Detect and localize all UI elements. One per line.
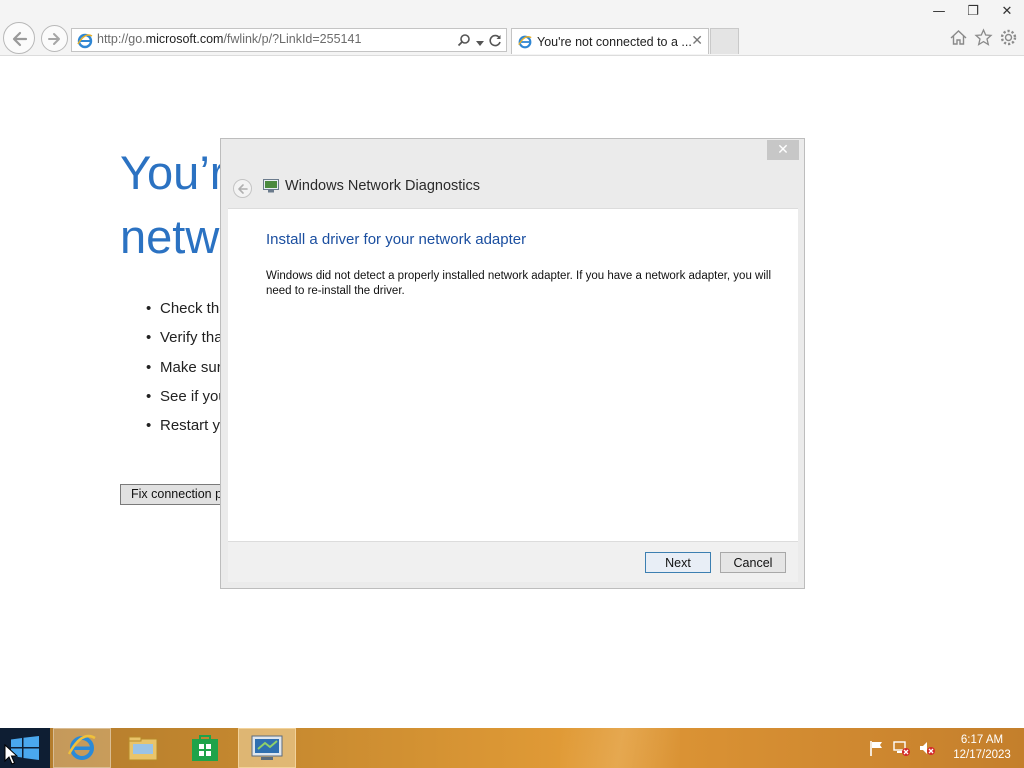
url-prefix: http://go. (97, 32, 146, 46)
tab-active[interactable]: You're not connected to a ... ✕ (511, 28, 709, 54)
internet-explorer-icon (518, 35, 532, 49)
speaker-muted-icon[interactable] (918, 739, 936, 757)
list-item: Check tha (146, 300, 228, 329)
next-button[interactable]: Next (645, 552, 711, 573)
dialog-title: Windows Network Diagnostics (285, 178, 481, 194)
internet-explorer-icon (67, 734, 96, 760)
list-item: Restart yo (146, 417, 228, 446)
folder-icon (128, 736, 158, 761)
troubleshooting-list: Check tha Verify tha Make sur See if you… (146, 300, 228, 446)
restore-button[interactable]: ❐ (956, 0, 990, 22)
address-bar[interactable]: http://go.microsoft.com/fwlink/p/?LinkId… (71, 28, 507, 52)
close-window-button[interactable]: ✕ (990, 0, 1024, 22)
window-controls: — ❐ ✕ (922, 0, 1024, 22)
browser-command-icons (949, 28, 1018, 47)
tab-title: You're not connected to a ... (537, 35, 692, 49)
clock-date: 12/17/2023 (953, 749, 1011, 761)
cancel-button[interactable]: Cancel (720, 552, 786, 573)
list-item: Make sur (146, 359, 228, 388)
browser-toolbar: http://go.microsoft.com/fwlink/p/?LinkId… (0, 0, 1024, 56)
dialog-body: Install a driver for your network adapte… (228, 208, 798, 541)
list-item: Verify tha (146, 329, 228, 358)
chevron-down-icon[interactable] (476, 32, 484, 51)
taskbar-item-internet-explorer[interactable] (53, 728, 111, 768)
desktop-screen: http://go.microsoft.com/fwlink/p/?LinkId… (0, 0, 1024, 768)
arrow-left-icon (238, 184, 248, 194)
address-tools (457, 32, 502, 50)
url-path: /fwlink/p/?LinkId=255141 (223, 32, 362, 46)
clock-time: 6:17 AM (960, 734, 1004, 746)
dialog-back-button[interactable] (233, 179, 252, 198)
dialog-close-button[interactable]: ✕ (767, 140, 799, 160)
system-tray: 6:17 AM 12/17/2023 (868, 728, 1024, 768)
dialog-message: Windows did not detect a properly instal… (266, 270, 772, 297)
taskbar-item-store[interactable] (176, 728, 234, 768)
network-diagnostics-dialog: ✕ Windows Network Diagnostics Install a … (220, 138, 805, 589)
new-tab-button[interactable] (710, 28, 739, 54)
gear-icon[interactable] (999, 28, 1018, 47)
minimize-button[interactable]: — (922, 0, 956, 22)
arrow-left-icon (12, 31, 28, 47)
tab-close-icon[interactable]: ✕ (691, 33, 703, 49)
dialog-footer: Next Cancel (228, 541, 798, 582)
forward-button[interactable] (41, 25, 68, 52)
taskbar: 6:17 AM 12/17/2023 (0, 728, 1024, 768)
network-diagnostics-icon (251, 735, 283, 760)
arrow-right-icon (48, 33, 60, 45)
network-diagnostics-icon (263, 179, 279, 193)
list-item: See if you (146, 388, 228, 417)
mouse-cursor-icon (4, 744, 18, 765)
action-center-flag-icon[interactable] (868, 739, 886, 757)
tray-icons (868, 739, 936, 757)
store-icon (192, 735, 218, 761)
clock[interactable]: 6:17 AM 12/17/2023 (950, 733, 1014, 763)
taskbar-item-file-explorer[interactable] (114, 728, 172, 768)
url-domain: microsoft.com (145, 32, 224, 46)
back-button[interactable] (3, 22, 35, 54)
internet-explorer-icon (77, 33, 93, 49)
dialog-heading: Install a driver for your network adapte… (266, 231, 527, 248)
address-url[interactable]: http://go.microsoft.com/fwlink/p/?LinkId… (97, 32, 361, 46)
search-icon[interactable] (457, 32, 471, 51)
refresh-icon[interactable] (489, 32, 502, 51)
home-icon[interactable] (949, 28, 968, 47)
favorites-star-icon[interactable] (974, 28, 993, 47)
taskbar-item-network-diagnostics[interactable] (238, 728, 296, 768)
network-disconnected-icon[interactable] (893, 739, 911, 757)
